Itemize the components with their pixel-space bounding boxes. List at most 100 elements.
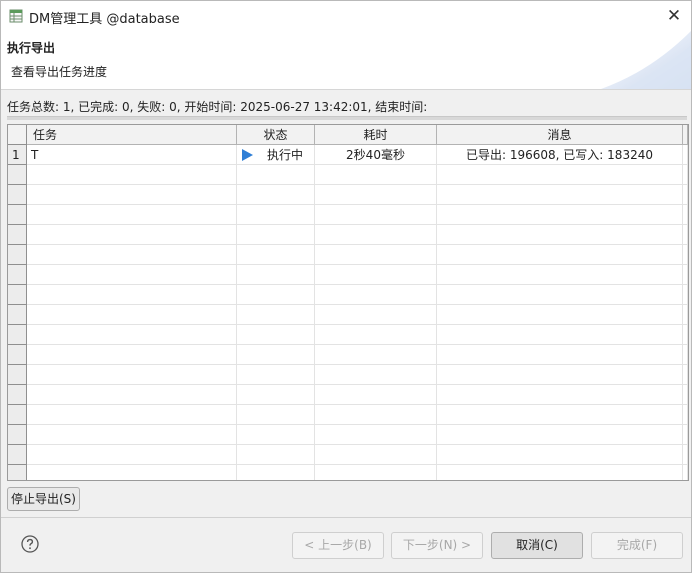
empty-cell [8,245,27,265]
empty-table-row [8,385,688,405]
column-header-filler [683,125,688,145]
empty-cell [315,445,437,465]
empty-cell [8,445,27,465]
empty-table-row [8,245,688,265]
empty-cell [683,225,688,245]
empty-cell [237,225,315,245]
title-bar: DM管理工具 @database ✕ [1,1,691,31]
empty-cell [27,365,237,385]
empty-cell [315,265,437,285]
empty-cell [437,185,683,205]
empty-table-row [8,425,688,445]
empty-table-row [8,265,688,285]
empty-cell [437,425,683,445]
empty-cell [315,225,437,245]
empty-cell [27,245,237,265]
empty-cell [315,165,437,185]
column-header-status[interactable]: 状态 [237,125,315,145]
empty-cell [237,265,315,285]
empty-table-row [8,365,688,385]
empty-cell [683,285,688,305]
empty-cell [27,185,237,205]
empty-cell [237,205,315,225]
stop-export-button[interactable]: 停止导出(S) [7,487,80,511]
status-label: 执行中 [267,148,304,162]
empty-cell [27,225,237,245]
empty-cell [27,165,237,185]
empty-cell [237,305,315,325]
empty-cell [315,325,437,345]
back-button[interactable]: < 上一步(B) [292,532,384,559]
empty-cell [437,345,683,365]
close-icon[interactable]: ✕ [665,7,683,25]
empty-cell [8,465,27,480]
column-header-duration[interactable]: 耗时 [315,125,437,145]
table-row[interactable]: 1 T 执行中 2秒40毫秒 已导出: 196608, 已写入: 183240 [8,145,688,165]
empty-table-row [8,165,688,185]
empty-cell [683,345,688,365]
empty-table-row [8,445,688,465]
empty-cell [8,425,27,445]
empty-cell [8,345,27,365]
window-title: DM管理工具 @database [29,12,180,27]
empty-cell [683,265,688,285]
column-header-task[interactable]: 任务 [27,125,237,145]
finish-button[interactable]: 完成(F) [591,532,683,559]
empty-cell [237,445,315,465]
empty-cell [237,425,315,445]
page-subtitle: 查看导出任务进度 [11,65,108,79]
table-app-icon [9,9,23,23]
empty-cell [8,385,27,405]
empty-cell [683,185,688,205]
empty-cell [27,385,237,405]
task-summary: 任务总数: 1, 已完成: 0, 失败: 0, 开始时间: 2025-06-27… [7,100,428,114]
empty-table-row [8,405,688,425]
task-table[interactable]: 任务 状态 耗时 消息 1 T 执行中 2秒40毫秒 已导出: 196608, … [7,124,689,481]
empty-table-row [8,225,688,245]
empty-cell [315,185,437,205]
empty-cell [437,305,683,325]
task-cell: T [27,145,237,165]
empty-cell [237,325,315,345]
status-cell: 执行中 [237,145,315,165]
empty-cell [437,465,683,480]
empty-table-row [8,305,688,325]
empty-table-row [8,285,688,305]
next-button[interactable]: 下一步(N) > [391,532,483,559]
empty-cell [237,345,315,365]
cancel-button[interactable]: 取消(C) [491,532,583,559]
empty-cell [27,205,237,225]
empty-cell [437,365,683,385]
duration-cell: 2秒40毫秒 [315,145,437,165]
empty-cell [437,225,683,245]
empty-cell [27,405,237,425]
empty-table-row [8,205,688,225]
empty-table-row [8,465,688,480]
help-icon[interactable] [21,535,39,553]
empty-cell [8,285,27,305]
empty-cell [437,265,683,285]
empty-cell [237,245,315,265]
empty-cell [8,365,27,385]
empty-cell [683,385,688,405]
empty-cell [683,305,688,325]
empty-cell [437,285,683,305]
empty-cell [27,285,237,305]
empty-cell [237,465,315,480]
empty-cell [27,325,237,345]
progress-separator [7,116,687,120]
page-title: 执行导出 [7,41,56,55]
empty-cell [315,345,437,365]
empty-cell [437,205,683,225]
empty-cell [437,245,683,265]
empty-cell [237,285,315,305]
column-header-message[interactable]: 消息 [437,125,683,145]
message-cell: 已导出: 196608, 已写入: 183240 [437,145,683,165]
empty-table-row [8,345,688,365]
dialog-window: DM管理工具 @database ✕ 执行导出 查看导出任务进度 任务总数: 1… [0,0,692,573]
empty-cell [27,265,237,285]
empty-cell [437,445,683,465]
footer-separator [1,517,691,518]
row-number: 1 [8,145,27,165]
filler-cell [683,145,688,165]
